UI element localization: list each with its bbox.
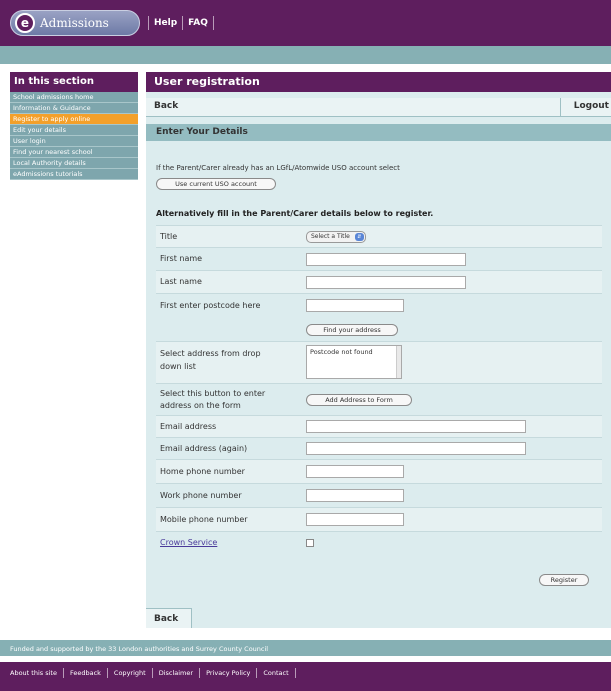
sidebar: In this section School admissions home I… <box>10 72 138 180</box>
page-title: User registration <box>146 72 611 92</box>
sidebar-item-information-guidance[interactable]: Information & Guidance <box>10 103 138 114</box>
back-link-bottom[interactable]: Back <box>154 614 178 624</box>
eadmissions-logo[interactable]: e Admissions <box>10 10 140 36</box>
sidebar-item-user-login[interactable]: User login <box>10 136 138 147</box>
home-phone-label: Home phone number <box>160 467 245 476</box>
footer-nav: About this site Feedback Copyright Discl… <box>8 668 296 678</box>
first-name-label: First name <box>160 254 203 263</box>
bottom-action-bar: Back <box>146 608 192 628</box>
main-panel: User registration Back Logout Enter Your… <box>146 72 611 628</box>
add-address-label-2: address on the form <box>160 401 241 410</box>
registration-form: Title Select a Title ⇵ First name Last na… <box>156 225 602 553</box>
form-row-work-phone: Work phone number <box>156 483 602 507</box>
sidebar-item-school-admissions-home[interactable]: School admissions home <box>10 92 138 103</box>
select-address-label-2: down list <box>160 362 196 371</box>
add-address-label-1: Select this button to enter <box>160 389 266 398</box>
work-phone-label: Work phone number <box>160 491 242 500</box>
postcode-label: First enter postcode here <box>160 301 261 310</box>
top-nav: Help FAQ <box>148 16 214 30</box>
title-select-value: Select a Title <box>311 233 350 240</box>
first-name-field[interactable] <box>306 253 466 266</box>
form-row-mobile-phone: Mobile phone number <box>156 507 602 531</box>
footer-link-feedback[interactable]: Feedback <box>64 668 108 678</box>
mobile-phone-field[interactable] <box>306 513 404 526</box>
form-row-postcode: First enter postcode here Find your addr… <box>156 293 602 341</box>
footer-link-about[interactable]: About this site <box>8 668 64 678</box>
alternative-heading: Alternatively fill in the Parent/Carer d… <box>156 209 434 218</box>
form-row-address-select: Select address from drop down list Postc… <box>156 341 602 383</box>
header-band <box>0 46 611 64</box>
logo-text: Admissions <box>40 16 109 30</box>
top-nav-help[interactable]: Help <box>148 16 182 30</box>
listbox-scrollbar[interactable] <box>396 346 401 378</box>
form-row-title: Title Select a Title ⇵ <box>156 225 602 247</box>
form-row-last-name: Last name <box>156 270 602 293</box>
top-nav-faq[interactable]: FAQ <box>182 16 214 30</box>
footer-link-disclaimer[interactable]: Disclaimer <box>153 668 201 678</box>
crown-service-checkbox[interactable] <box>306 539 314 547</box>
top-action-bar: Back Logout <box>146 98 611 117</box>
logo-e-icon: e <box>15 13 35 33</box>
sidebar-item-tutorials[interactable]: eAdmissions tutorials <box>10 169 138 180</box>
mobile-phone-label: Mobile phone number <box>160 515 248 524</box>
last-name-field[interactable] <box>306 276 466 289</box>
crown-service-link[interactable]: Crown Service <box>160 537 217 549</box>
work-phone-field[interactable] <box>306 489 404 502</box>
sidebar-item-register[interactable]: Register to apply online <box>10 114 138 125</box>
form-row-home-phone: Home phone number <box>156 459 602 483</box>
section-heading: Enter Your Details <box>146 124 611 141</box>
email-again-field[interactable] <box>306 442 526 455</box>
sidebar-item-local-authority[interactable]: Local Authority details <box>10 158 138 169</box>
header-bar: e Admissions Help FAQ <box>0 0 611 46</box>
funding-text: Funded and supported by the 33 London au… <box>10 645 269 653</box>
usd-info-text: If the Parent/Carer already has an LGfL/… <box>156 164 400 172</box>
sidebar-heading: In this section <box>10 72 138 92</box>
last-name-label: Last name <box>160 277 202 286</box>
sidebar-item-find-school[interactable]: Find your nearest school <box>10 147 138 158</box>
email-field[interactable] <box>306 420 526 433</box>
chevron-updown-icon: ⇵ <box>354 233 364 241</box>
footer-link-copyright[interactable]: Copyright <box>108 668 153 678</box>
footer-link-contact[interactable]: Contact <box>257 668 296 678</box>
form-row-add-address: Select this button to enter address on t… <box>156 383 602 415</box>
form-row-first-name: First name <box>156 247 602 270</box>
postcode-field[interactable] <box>306 299 404 312</box>
title-label: Title <box>160 232 178 241</box>
form-row-crown-service: Crown Service <box>156 531 602 553</box>
divider <box>560 98 561 117</box>
select-address-label-1: Select address from drop <box>160 349 261 358</box>
sidebar-item-edit-details[interactable]: Edit your details <box>10 125 138 136</box>
email-label: Email address <box>160 422 217 431</box>
register-button[interactable]: Register <box>539 574 589 586</box>
address-list-value: Postcode not found <box>310 348 373 356</box>
back-link-top[interactable]: Back <box>154 101 178 111</box>
email-again-label: Email address (again) <box>160 444 248 453</box>
form-row-email-again: Email address (again) <box>156 437 602 459</box>
logout-link[interactable]: Logout <box>574 101 609 111</box>
add-address-button[interactable]: Add Address to Form <box>306 394 412 406</box>
find-address-button[interactable]: Find your address <box>306 324 398 336</box>
form-row-email: Email address <box>156 415 602 437</box>
title-select[interactable]: Select a Title ⇵ <box>306 231 366 243</box>
address-listbox[interactable]: Postcode not found <box>306 345 402 379</box>
home-phone-field[interactable] <box>306 465 404 478</box>
use-usd-account-button[interactable]: Use current USO account <box>156 178 276 190</box>
footer-link-privacy[interactable]: Privacy Policy <box>200 668 258 678</box>
